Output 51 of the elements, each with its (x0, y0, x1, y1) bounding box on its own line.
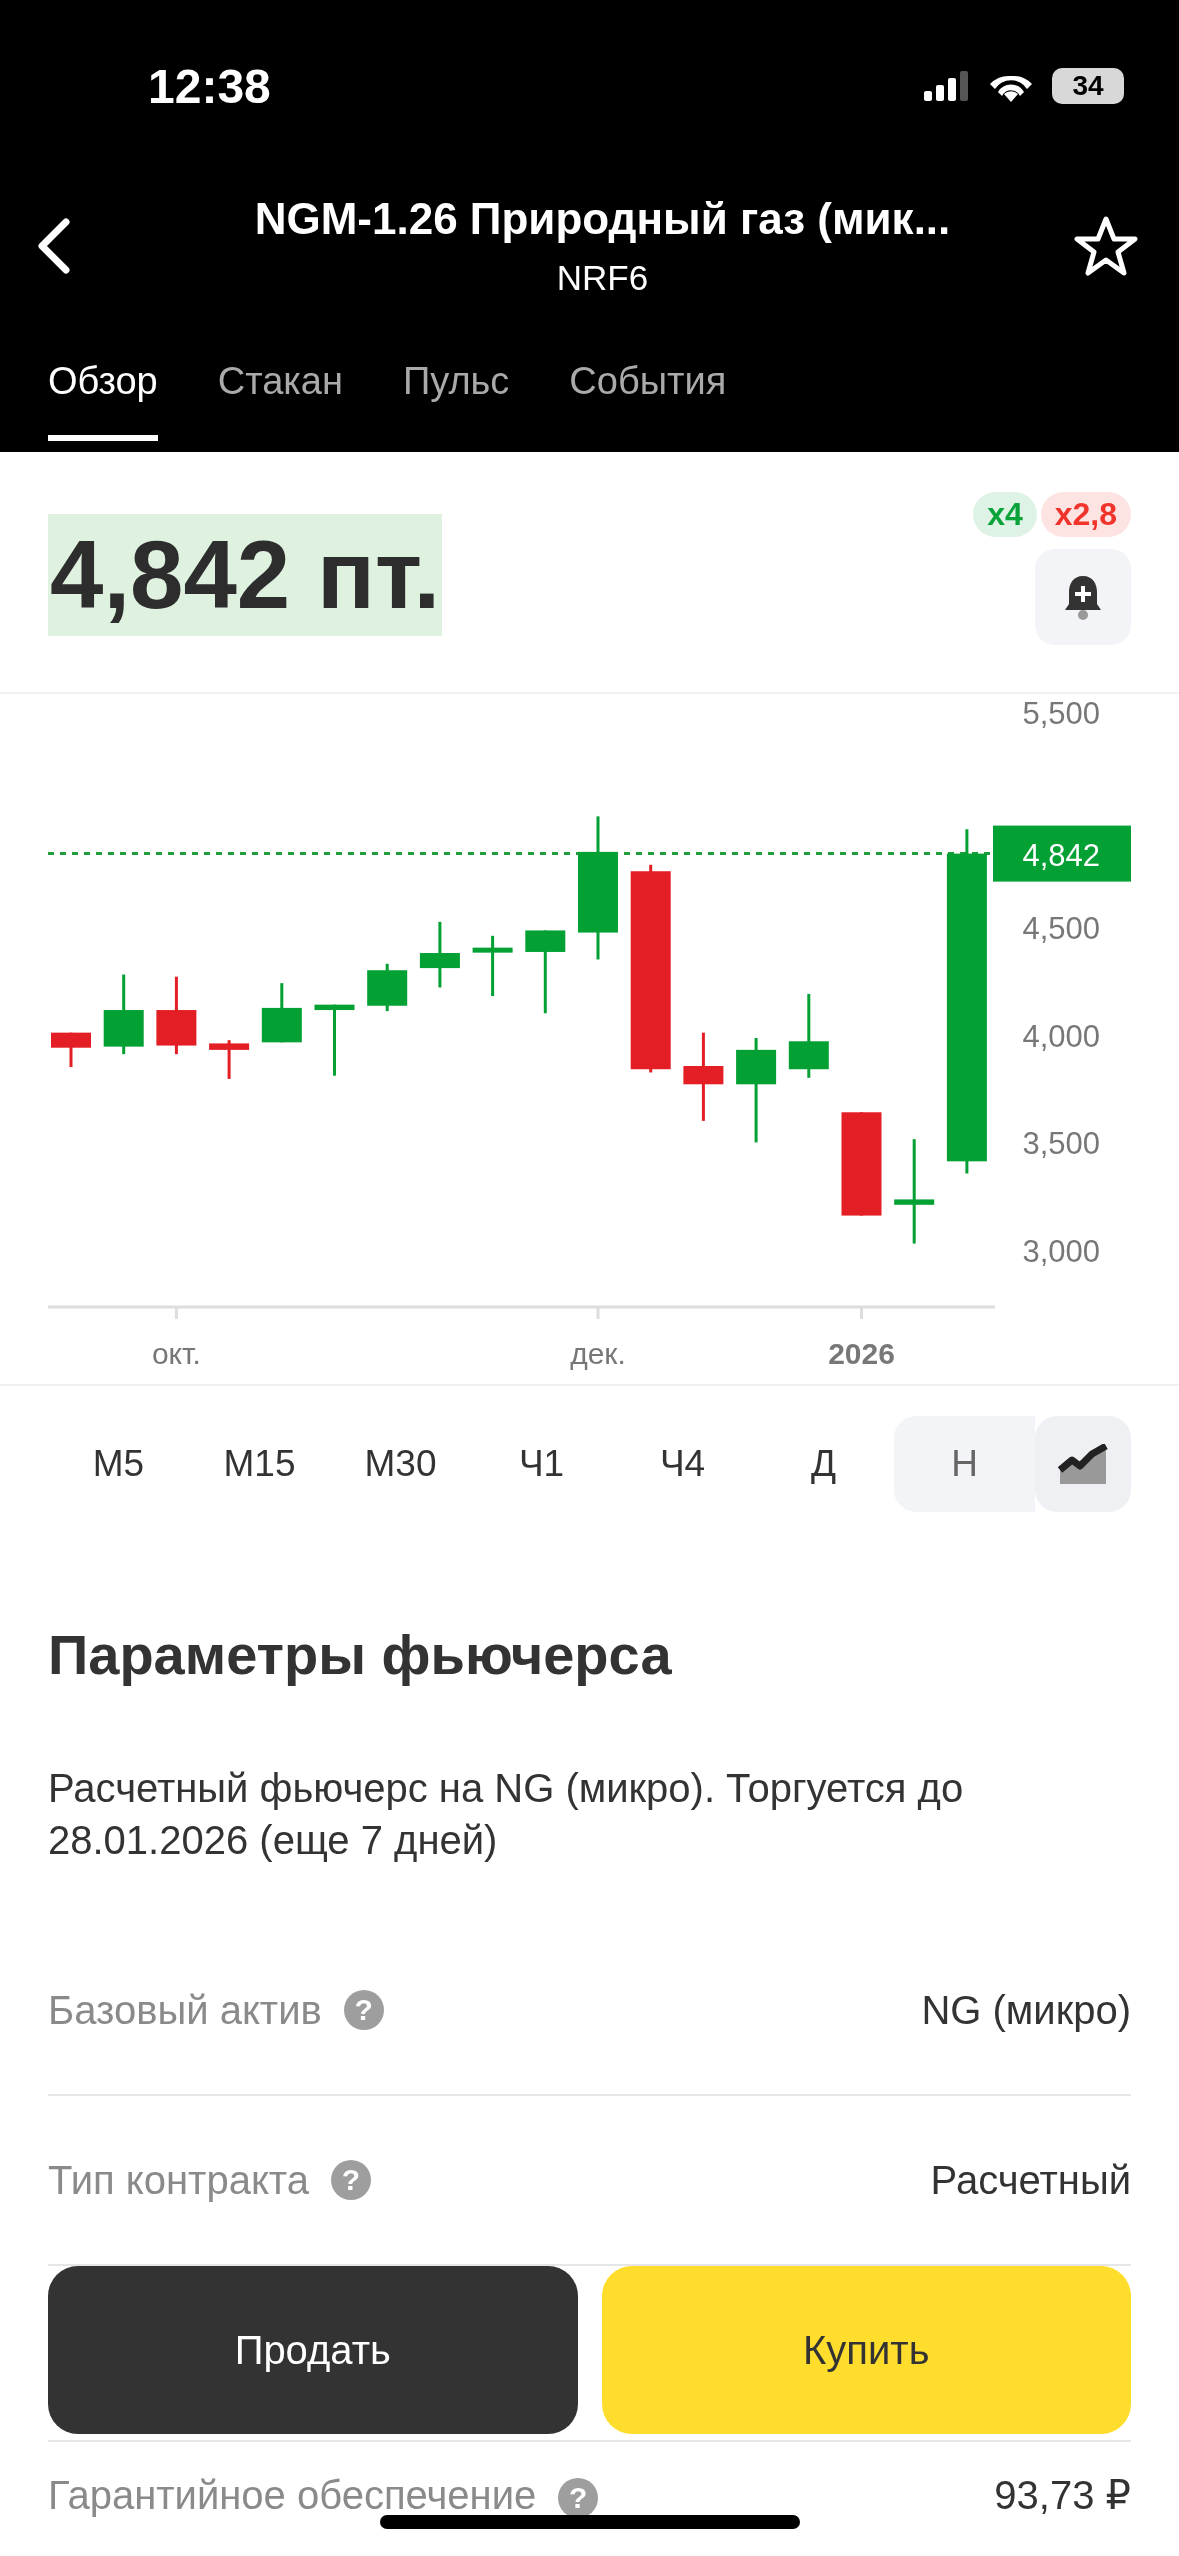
y-axis-label: 4,500 (1022, 911, 1100, 947)
timeframe-tab[interactable]: Ч4 (612, 1416, 753, 1512)
star-icon[interactable] (1073, 215, 1139, 277)
price-tag: 4,842 (993, 825, 1131, 882)
y-axis-label: 3,500 (1022, 1126, 1100, 1162)
section-title: Параметры фьючерса (48, 1622, 673, 1687)
bell-icon (1063, 574, 1103, 620)
x-axis-label: окт. (151, 1337, 201, 1370)
sell-button[interactable]: Продать (48, 2266, 578, 2434)
area-chart-icon (1058, 1444, 1108, 1484)
timeframe-tab[interactable]: M5 (48, 1416, 189, 1512)
param-label: Тип контракта (48, 2157, 309, 2203)
timeframe-tab[interactable]: Н (894, 1416, 1035, 1512)
x-axis-label: 2026 (828, 1337, 895, 1370)
candlestick (419, 921, 460, 988)
candlestick (314, 1004, 355, 1076)
candlestick (209, 1040, 250, 1079)
signal-icon (924, 71, 970, 101)
candlestick (51, 1032, 91, 1068)
candlestick (261, 983, 302, 1043)
multiplier-badge: x4 (973, 492, 1037, 537)
battery-icon: 34 (1052, 68, 1124, 104)
x-axis-label: дек. (570, 1337, 626, 1370)
description-text: Расчетный фьючерс на NG (микро). Торгуется до 28.01.2026 (еще 7 дней) (48, 1765, 965, 1864)
param-label: Базовый актив (48, 1987, 322, 2033)
param-value: Расчетный (930, 2157, 1131, 2203)
status-time: 12:38 (148, 58, 271, 114)
instrument-title: NGM-1.26 Природный газ (мик... (253, 194, 952, 244)
tab[interactable]: Пульс (402, 360, 510, 441)
ticker-label: NRF6 (555, 258, 650, 298)
tab[interactable]: Обзор (48, 360, 158, 441)
y-axis-label: 4,000 (1022, 1018, 1100, 1054)
candlestick (472, 935, 513, 997)
buy-button[interactable]: Купить (601, 2266, 1131, 2434)
y-axis-label: 3,000 (1022, 1234, 1100, 1269)
chart-type-button[interactable] (1035, 1416, 1131, 1512)
param-label: Гарантийное обеспечение (48, 2473, 537, 2518)
timeframe-tab[interactable]: М15 (189, 1416, 330, 1512)
alert-button[interactable] (1035, 549, 1131, 645)
back-icon[interactable] (36, 218, 72, 274)
tab[interactable]: Стакан (217, 360, 343, 441)
param-value: NG (микро) (921, 1987, 1131, 2033)
price-value: 4,842 пт. (48, 514, 443, 636)
candlestick (367, 963, 408, 1012)
timeframe-tab[interactable]: Д (753, 1416, 894, 1512)
tab[interactable]: События (569, 360, 727, 441)
param-value: 93,73 ₽ (994, 2472, 1131, 2518)
multiplier-badge: x2,8 (1040, 492, 1131, 537)
y-axis-label: 5,500 (1022, 696, 1100, 731)
timeframe-tab[interactable]: Ч1 (471, 1416, 612, 1512)
timeframe-tab[interactable]: M30 (330, 1416, 471, 1512)
